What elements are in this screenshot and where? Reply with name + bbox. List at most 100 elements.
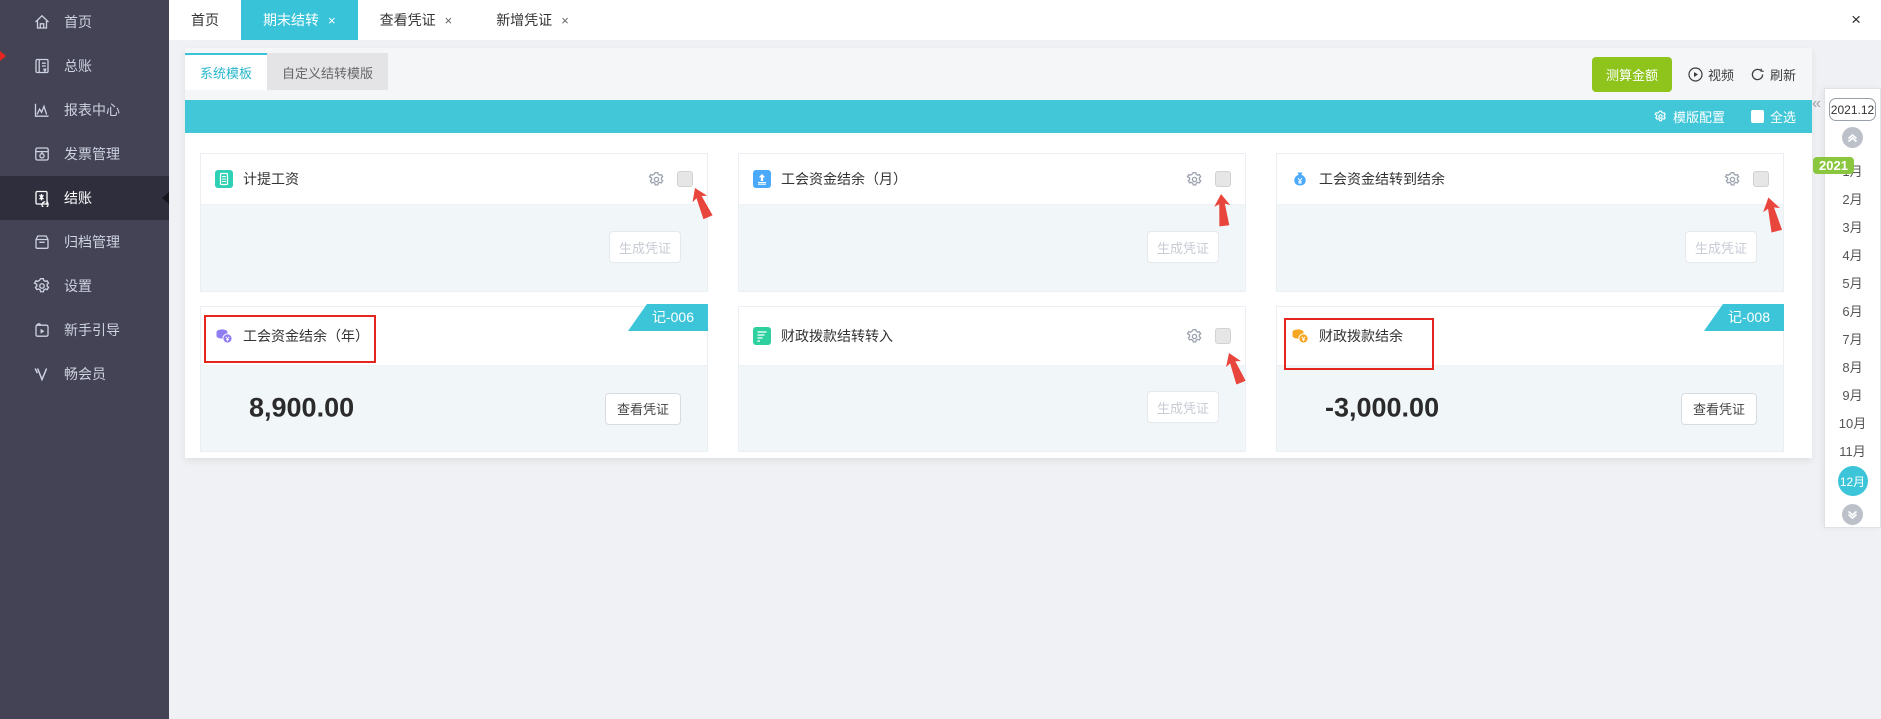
select-all-checkbox[interactable] xyxy=(1751,110,1764,123)
refresh-button[interactable]: 刷新 xyxy=(1750,65,1796,84)
refresh-label: 刷新 xyxy=(1770,65,1796,84)
card-title: 财政拨款结余 xyxy=(1319,326,1403,346)
template-config-button[interactable]: 模版配置 xyxy=(1654,107,1725,126)
home-icon xyxy=(33,13,51,31)
template-subtabs: 系统模板 自定义结转模版 xyxy=(185,53,388,90)
tab-period-end-closing[interactable]: 期末结转 × xyxy=(241,0,358,40)
card-title: 财政拨款结转转入 xyxy=(781,326,893,346)
card-header: 财政拨款结余 xyxy=(1277,307,1783,366)
month-item[interactable]: 2月 xyxy=(1825,184,1880,212)
sidebar-item-closing[interactable]: 结账 xyxy=(0,176,169,220)
archive-icon xyxy=(33,233,51,251)
month-list: 1月 2月 3月 4月 5月 6月 7月 8月 9月 10月 11月 12月 xyxy=(1825,156,1880,498)
tab-view-voucher[interactable]: 查看凭证 × xyxy=(358,0,475,40)
refresh-icon xyxy=(1750,67,1765,82)
card-body: 8,900.00 查看凭证 xyxy=(201,366,707,451)
template-card: 记-006 工会资金结余（年） 8,900.00 查看凭证 xyxy=(200,306,708,452)
video-label: 视频 xyxy=(1708,65,1734,84)
generate-voucher-button[interactable]: 生成凭证 xyxy=(1147,391,1219,423)
teal-banner: 模版配置 全选 xyxy=(185,100,1812,133)
period-picker-panel: 2021.12 2021 1月 2月 3月 4月 5月 6月 7月 8月 9月 … xyxy=(1824,88,1881,528)
sidebar-item-home[interactable]: 首页 xyxy=(0,0,169,44)
sidebar-item-general-ledger[interactable]: 总账 xyxy=(0,44,169,88)
month-item[interactable]: 5月 xyxy=(1825,268,1880,296)
card-checkbox[interactable] xyxy=(1215,328,1231,344)
card-header: 工会资金结转到结余 xyxy=(1277,154,1783,205)
month-item[interactable]: 3月 xyxy=(1825,212,1880,240)
sidebar-item-archive-management[interactable]: 归档管理 xyxy=(0,220,169,264)
subtab-system-template[interactable]: 系统模板 xyxy=(185,53,267,90)
sidebar-item-label: 新手引导 xyxy=(64,320,120,340)
generate-voucher-button[interactable]: 生成凭证 xyxy=(1147,231,1219,263)
month-item[interactable]: 8月 xyxy=(1825,352,1880,380)
template-card: 工会资金结转到结余 生成凭证 xyxy=(1276,153,1784,292)
view-voucher-button[interactable]: 查看凭证 xyxy=(605,393,681,425)
select-all-control[interactable]: 全选 xyxy=(1751,107,1796,126)
header-actions: 测算金额 视频 刷新 xyxy=(1592,48,1796,100)
close-tab-icon[interactable]: × xyxy=(328,13,336,28)
sidebar-item-beginner-guide[interactable]: 新手引导 xyxy=(0,308,169,352)
month-item[interactable]: 7月 xyxy=(1825,324,1880,352)
collapse-panel-icon[interactable]: « xyxy=(1812,95,1821,113)
template-card: 记-008 财政拨款结余 -3,000.00 查看凭证 xyxy=(1276,306,1784,452)
panel-header: 系统模板 自定义结转模版 测算金额 视频 刷新 xyxy=(185,48,1812,100)
month-item[interactable]: 9月 xyxy=(1825,380,1880,408)
card-body: 生成凭证 xyxy=(739,366,1245,451)
union-fund-month-icon xyxy=(753,170,771,188)
card-title: 计提工资 xyxy=(243,169,299,189)
sidebar-item-invoice-management[interactable]: 发票管理 xyxy=(0,132,169,176)
select-all-label: 全选 xyxy=(1770,107,1796,126)
subtab-custom-template[interactable]: 自定义结转模版 xyxy=(267,53,388,90)
template-card: 计提工资 生成凭证 xyxy=(200,153,708,292)
generate-voucher-button[interactable]: 生成凭证 xyxy=(1685,231,1757,263)
red-annotation-mark xyxy=(0,51,6,61)
month-item[interactable]: 10月 xyxy=(1825,408,1880,436)
tab-home[interactable]: 首页 xyxy=(169,0,241,40)
month-item-selected[interactable]: 12月 xyxy=(1825,464,1880,498)
top-tab-bar: 首页 期末结转 × 查看凭证 × 新增凭证 × × xyxy=(169,0,1881,40)
scroll-up-icon[interactable] xyxy=(1842,127,1863,148)
card-settings-gear-icon[interactable] xyxy=(1724,171,1741,188)
coins-orange-icon xyxy=(1291,327,1309,345)
calculate-amount-button[interactable]: 测算金额 xyxy=(1592,57,1672,92)
close-tab-icon[interactable]: × xyxy=(445,13,453,28)
selected-month-label: 12月 xyxy=(1838,466,1868,496)
card-header: 财政拨款结转转入 xyxy=(739,307,1245,366)
card-settings-gear-icon[interactable] xyxy=(1186,171,1203,188)
sidebar-item-report-center[interactable]: 报表中心 xyxy=(0,88,169,132)
card-checkbox[interactable] xyxy=(1753,171,1769,187)
coins-purple-icon xyxy=(215,327,233,345)
card-title: 工会资金结余（年） xyxy=(243,326,369,346)
member-v-icon xyxy=(33,365,51,383)
gear-icon xyxy=(33,277,51,295)
card-settings-gear-icon[interactable] xyxy=(1186,328,1203,345)
template-card: 财政拨款结转转入 生成凭证 xyxy=(738,306,1246,452)
view-voucher-button[interactable]: 查看凭证 xyxy=(1681,393,1757,425)
video-button[interactable]: 视频 xyxy=(1688,65,1734,84)
tab-label: 新增凭证 xyxy=(496,10,552,30)
card-body: 生成凭证 xyxy=(739,205,1245,291)
sidebar-item-settings[interactable]: 设置 xyxy=(0,264,169,308)
period-input[interactable]: 2021.12 xyxy=(1829,98,1876,121)
sidebar-item-member[interactable]: 畅会员 xyxy=(0,352,169,396)
close-all-tabs-icon[interactable]: × xyxy=(1847,0,1865,40)
gear-icon xyxy=(1654,110,1667,123)
card-checkbox[interactable] xyxy=(1215,171,1231,187)
month-item[interactable]: 4月 xyxy=(1825,240,1880,268)
closing-panel: 系统模板 自定义结转模版 测算金额 视频 刷新 xyxy=(185,48,1812,458)
month-item[interactable]: 11月 xyxy=(1825,436,1880,464)
template-card: 工会资金结余（月） 生成凭证 xyxy=(738,153,1246,292)
scroll-down-icon[interactable] xyxy=(1842,504,1863,525)
tab-label: 首页 xyxy=(191,10,219,30)
invoice-icon xyxy=(33,145,51,163)
sidebar-item-label: 归档管理 xyxy=(64,232,120,252)
card-checkbox[interactable] xyxy=(677,171,693,187)
tab-new-voucher[interactable]: 新增凭证 × xyxy=(474,0,591,40)
sidebar: 首页 总账 报表中心 发票管理 结账 归档管理 设置 新手引导 xyxy=(0,0,169,719)
month-item[interactable]: 6月 xyxy=(1825,296,1880,324)
card-amount: -3,000.00 xyxy=(1325,392,1439,423)
close-tab-icon[interactable]: × xyxy=(561,13,569,28)
generate-voucher-button[interactable]: 生成凭证 xyxy=(609,231,681,263)
card-settings-gear-icon[interactable] xyxy=(648,171,665,188)
card-title: 工会资金结转到结余 xyxy=(1319,169,1445,189)
